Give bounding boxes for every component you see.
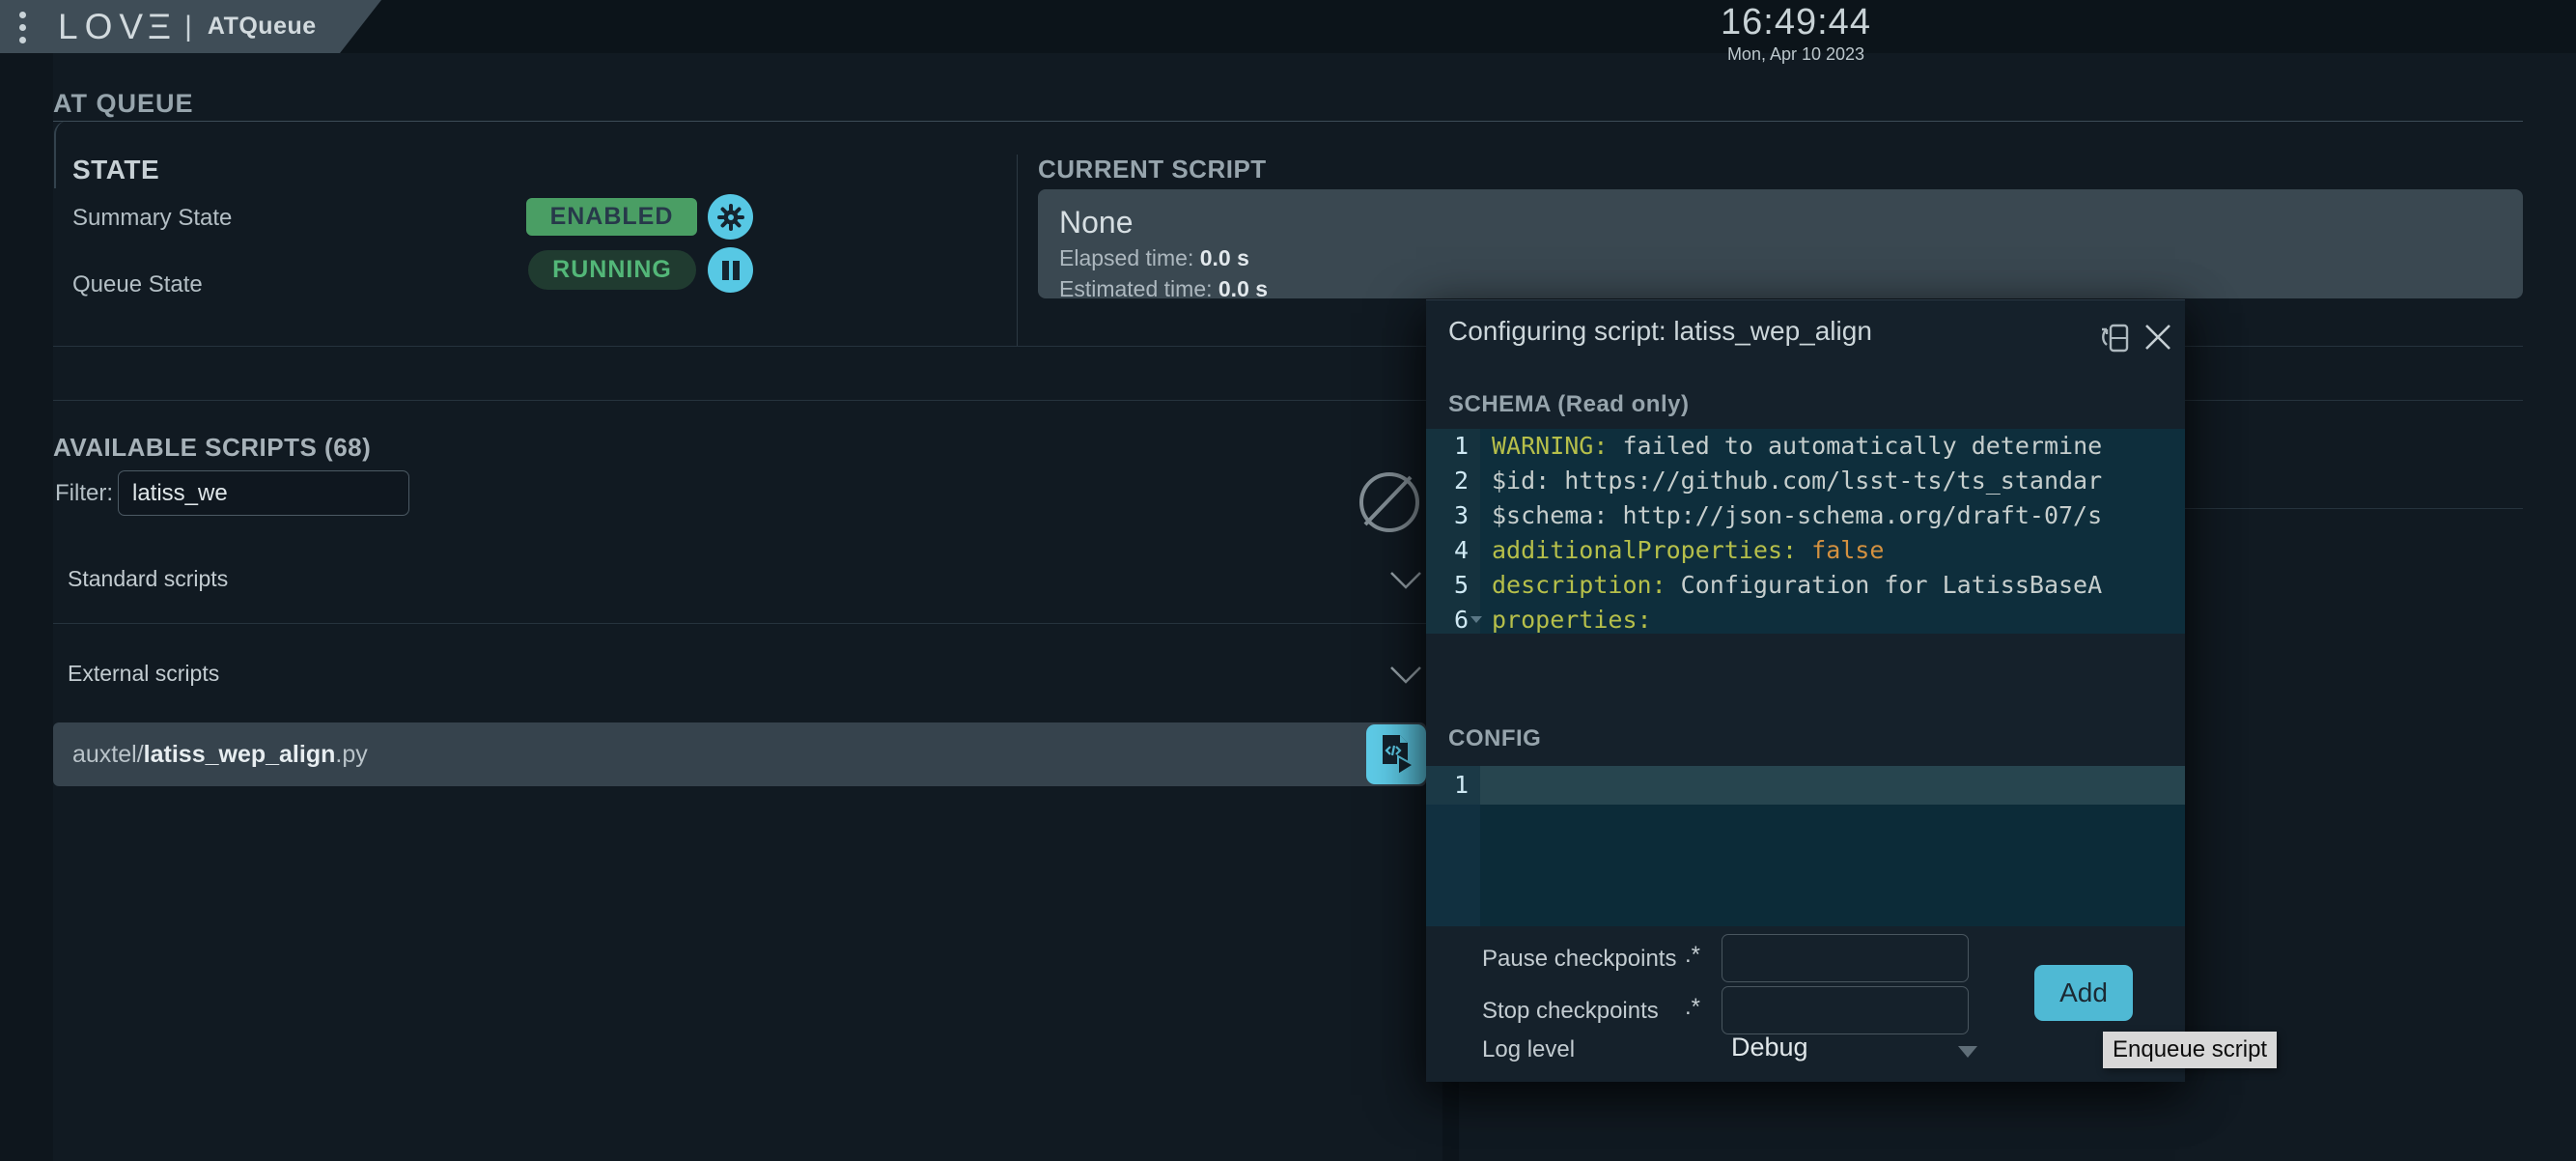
config-editor[interactable]: 1 xyxy=(1426,766,2185,926)
config-title: CONFIG xyxy=(1448,725,1541,752)
top-bar: LOVΞ | ATQueue 16:49:44 Mon, Apr 10 2023 xyxy=(0,0,2576,53)
stop-checkpoints-label: Stop checkpoints xyxy=(1482,998,1659,1025)
estimated-time-row: Estimated time: 0.0 s xyxy=(1059,276,1268,302)
state-title: STATE xyxy=(72,155,159,185)
script-list-item[interactable]: auxtel/latiss_wep_align.py xyxy=(53,722,1426,786)
script-name: latiss_wep_align xyxy=(144,741,336,769)
elapsed-time-row: Elapsed time: 0.0 s xyxy=(1059,245,1249,271)
current-script-title: CURRENT SCRIPT xyxy=(1038,155,1267,184)
schema-title: SCHEMA (Read only) xyxy=(1448,391,1689,418)
logo-divider: | xyxy=(184,11,192,43)
close-icon[interactable] xyxy=(2141,320,2175,354)
rotate-resize-icon[interactable] xyxy=(2095,318,2134,356)
group-external-scripts[interactable]: External scripts xyxy=(68,661,219,687)
elapsed-time-label: Elapsed time: xyxy=(1059,245,1200,270)
log-level-select[interactable]: Debug xyxy=(1731,1033,1808,1062)
schema-editor: 1WARNING: failed to automatically determ… xyxy=(1426,429,2185,634)
schema-code-line: 3$schema: http://json-schema.org/draft-0… xyxy=(1426,498,2185,533)
summary-state-settings-button[interactable] xyxy=(708,194,753,240)
estimated-time-value: 0.0 s xyxy=(1218,276,1268,301)
script-path-prefix: auxtel/ xyxy=(72,741,144,769)
app-logo-area: LOVΞ | ATQueue xyxy=(0,0,381,53)
summary-state-label: Summary State xyxy=(72,205,232,232)
gear-icon xyxy=(716,203,745,232)
schema-readonly-note: (Read only) xyxy=(1557,391,1689,417)
clock-time: 16:49:44 xyxy=(1680,2,1912,43)
schema-code-line: 5description: Configuration for LatissBa… xyxy=(1426,568,2185,603)
group-standard-scripts[interactable]: Standard scripts xyxy=(68,566,228,592)
clock: 16:49:44 Mon, Apr 10 2023 xyxy=(1680,2,1912,65)
group-divider xyxy=(53,623,1426,624)
app-title: ATQueue xyxy=(208,13,317,41)
filter-input[interactable] xyxy=(118,470,409,516)
page-left-margin xyxy=(0,53,53,1161)
fold-caret-icon[interactable] xyxy=(1470,616,1482,623)
log-level-label: Log level xyxy=(1482,1036,1575,1063)
stop-checkpoints-input[interactable] xyxy=(1722,986,1969,1034)
add-button[interactable]: Add xyxy=(2034,965,2133,1021)
configure-script-button[interactable] xyxy=(1366,724,1426,784)
schema-code-line: 2$id: https://github.com/lsst-ts/ts_stan… xyxy=(1426,464,2185,498)
config-active-line[interactable]: 1 xyxy=(1426,766,2185,805)
available-scripts-title: AVAILABLE SCRIPTS (68) xyxy=(53,433,371,463)
schema-code-line: 6properties: xyxy=(1426,603,2185,634)
queue-panel-divider xyxy=(2184,508,2523,509)
stop-checkpoints-pattern: .* xyxy=(1685,994,1700,1021)
state-current-divider xyxy=(1017,155,1018,346)
page-title: AT QUEUE xyxy=(53,89,194,119)
chevron-down-icon[interactable] xyxy=(1388,665,1423,686)
pause-checkpoints-pattern: .* xyxy=(1685,942,1700,969)
current-script-name: None xyxy=(1059,205,1134,241)
enqueue-script-tooltip: Enqueue script xyxy=(2103,1032,2277,1068)
pause-checkpoints-label: Pause checkpoints xyxy=(1482,946,1676,973)
estimated-time-label: Estimated time: xyxy=(1059,276,1218,301)
section-divider xyxy=(53,121,2523,122)
summary-state-badge: ENABLED xyxy=(526,198,697,236)
elapsed-time-value: 0.0 s xyxy=(1200,245,1249,270)
script-launch-icon xyxy=(1375,731,1417,778)
erase-icon[interactable] xyxy=(1356,461,1423,544)
love-logo: LOV xyxy=(58,7,150,47)
kebab-menu-icon[interactable] xyxy=(19,12,27,43)
pause-icon xyxy=(718,258,743,283)
caret-down-icon[interactable] xyxy=(1958,1046,1977,1058)
schema-code-line: 4additionalProperties: false xyxy=(1426,533,2185,568)
config-line-number: 1 xyxy=(1426,768,1469,803)
schema-title-text: SCHEMA xyxy=(1448,391,1557,417)
modal-title: Configuring script: latiss_wep_align xyxy=(1448,316,1872,347)
schema-code-line: 1WARNING: failed to automatically determ… xyxy=(1426,429,2185,464)
configure-script-modal: Configuring script: latiss_wep_align SCH… xyxy=(1426,299,2185,1082)
schema-editor-lines: 1WARNING: failed to automatically determ… xyxy=(1426,429,2185,634)
queue-pause-button[interactable] xyxy=(708,247,753,293)
queue-state-badge: RUNNING xyxy=(528,250,696,290)
chevron-down-icon[interactable] xyxy=(1388,570,1423,591)
script-extension: .py xyxy=(335,741,367,769)
filter-label: Filter: xyxy=(55,480,113,507)
clock-date: Mon, Apr 10 2023 xyxy=(1680,44,1912,65)
pause-checkpoints-input[interactable] xyxy=(1722,934,1969,982)
love-logo-xi: Ξ xyxy=(148,7,171,47)
queue-state-label: Queue State xyxy=(72,271,203,298)
